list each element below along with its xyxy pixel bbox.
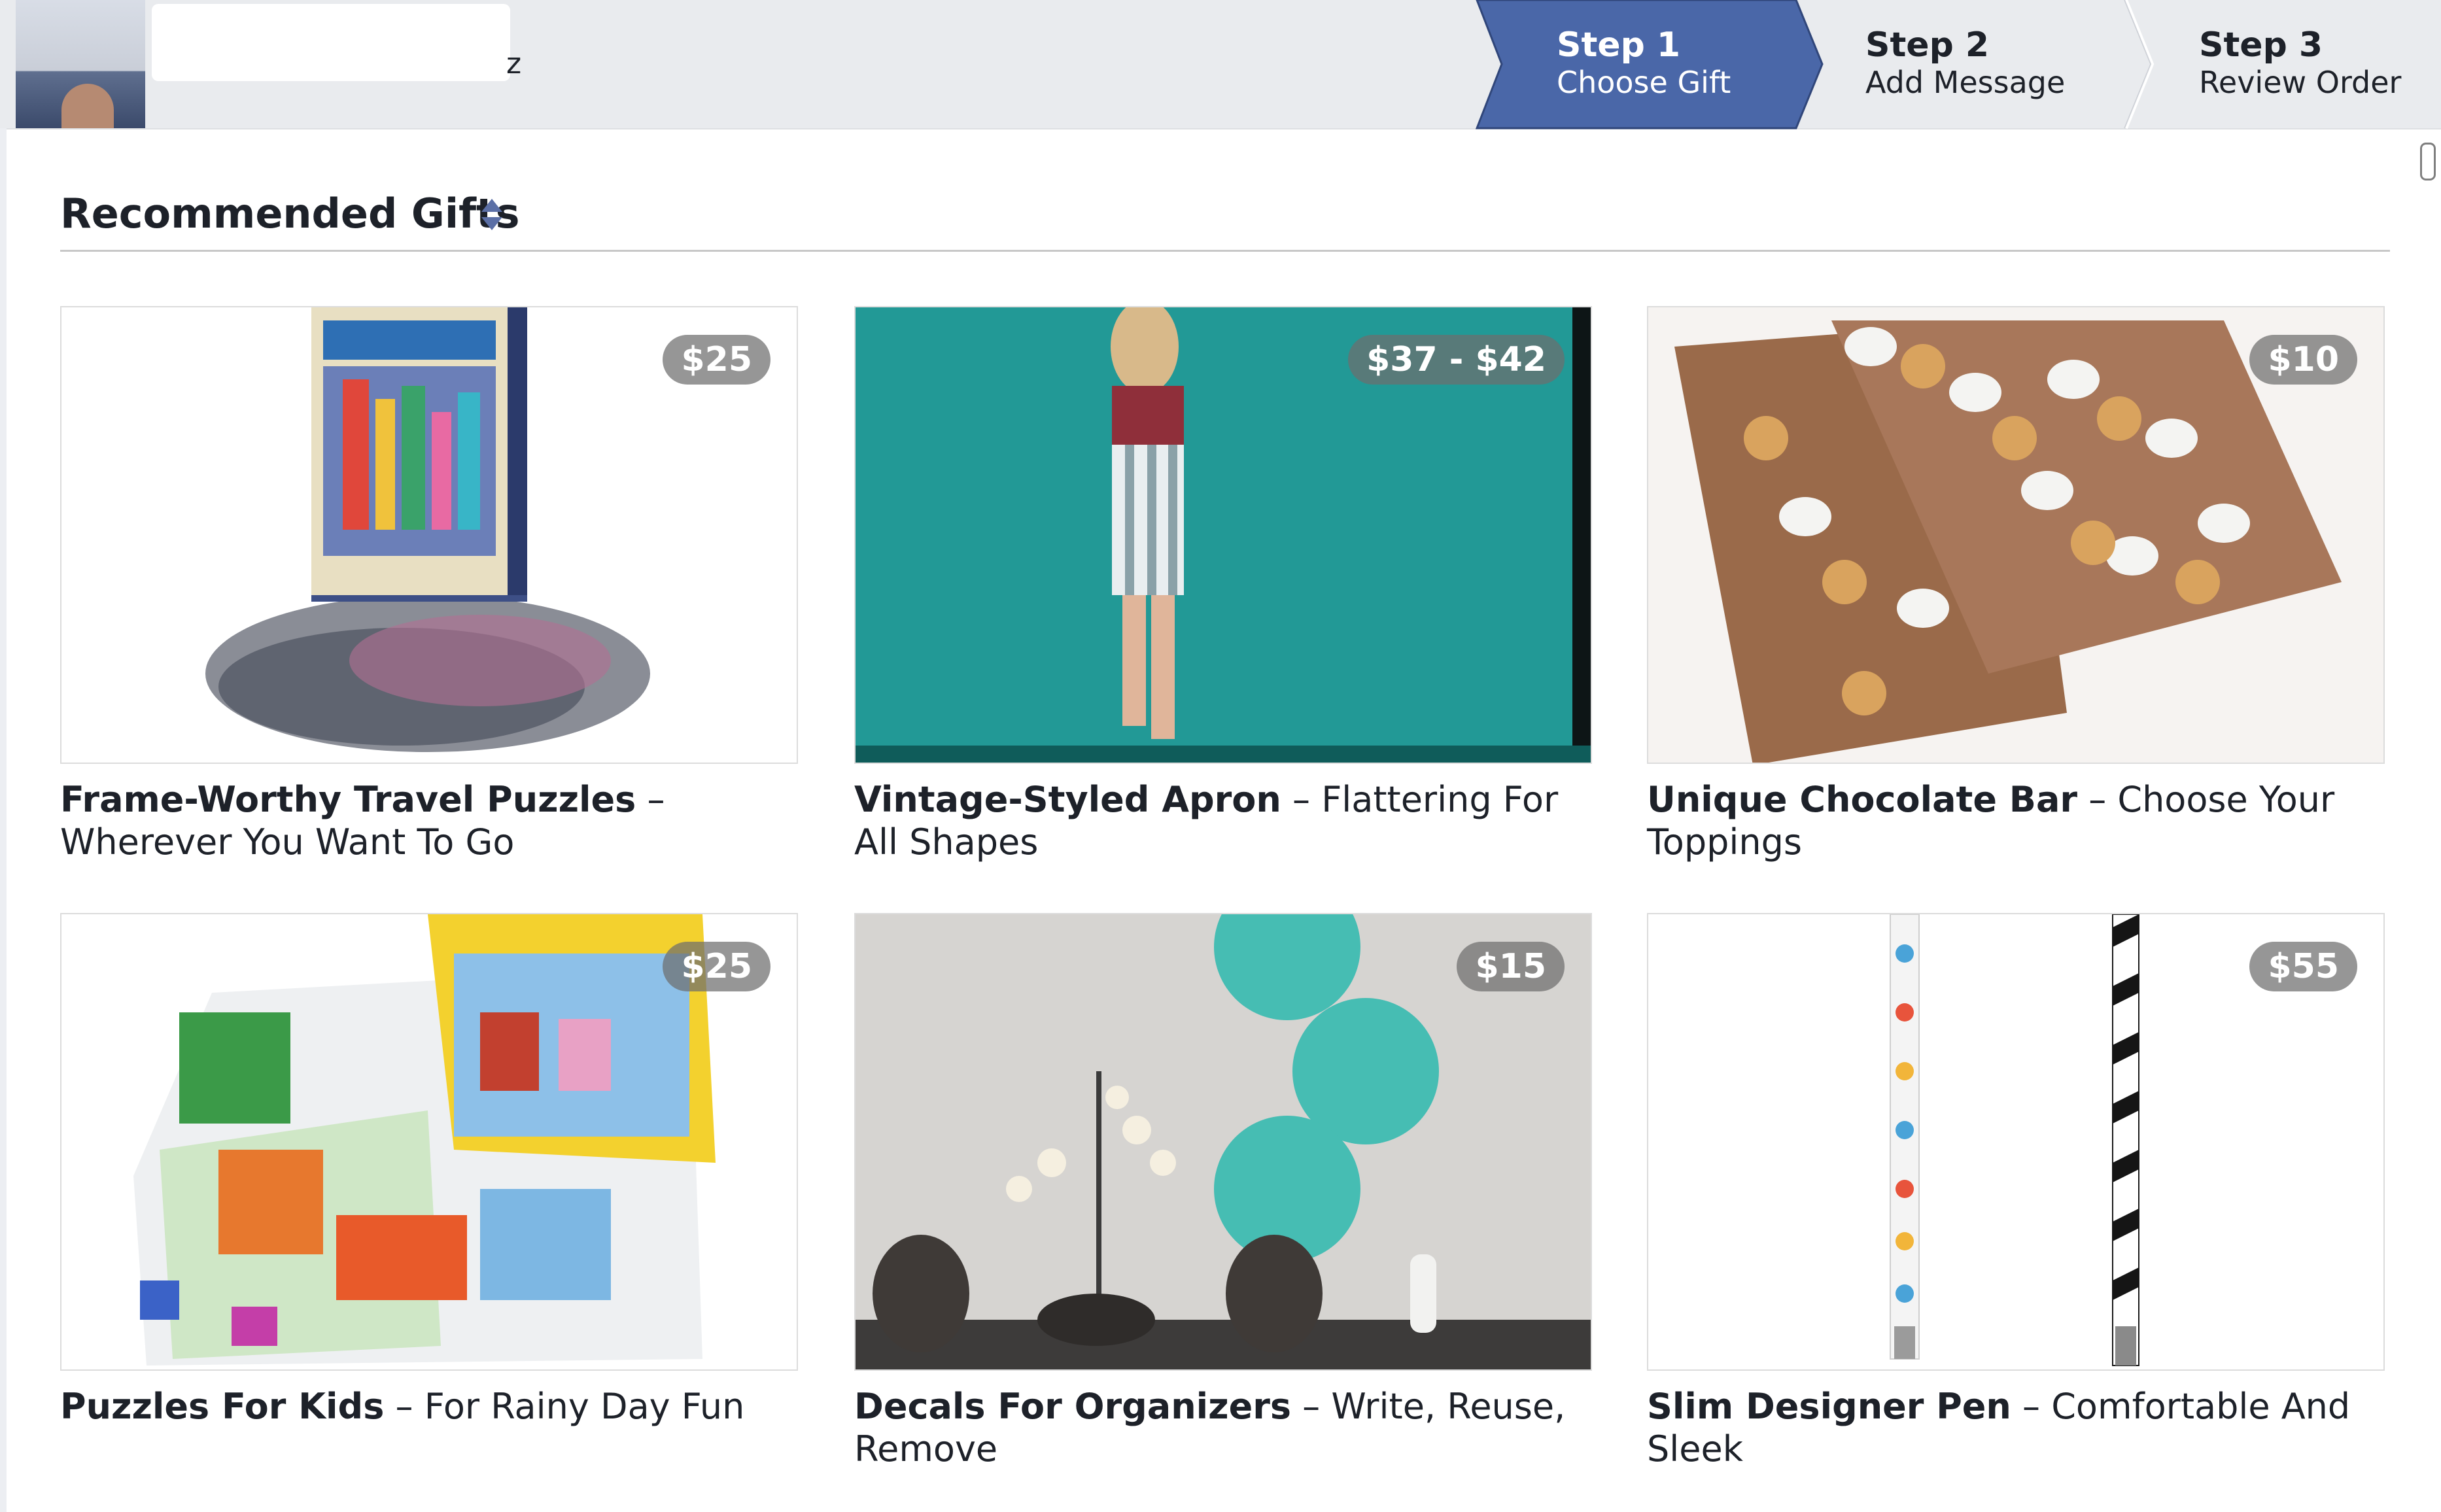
gift-card-image[interactable]: $37 - $42 bbox=[854, 306, 1592, 764]
section-divider bbox=[60, 250, 2390, 252]
step-1-tab-text[interactable]: Step 1 Choose Gift bbox=[1557, 26, 1731, 100]
gift-name: Unique Chocolate Bar bbox=[1647, 779, 2078, 820]
price-badge: $15 bbox=[1457, 942, 1565, 991]
price-badge: $25 bbox=[663, 942, 770, 991]
gift-card-image[interactable]: $15 bbox=[854, 913, 1592, 1371]
step-3-number: Step 3 bbox=[2199, 26, 2323, 65]
price-badge: $25 bbox=[663, 335, 770, 385]
step-1-label: Choose Gift bbox=[1557, 64, 1731, 100]
recipient-name-tail: z bbox=[506, 47, 522, 80]
price-badge: $55 bbox=[2249, 942, 2357, 991]
gift-name: Vintage-Styled Apron bbox=[854, 779, 1281, 820]
gift-card-title[interactable]: Vintage-Styled Apron – Flattering For Al… bbox=[854, 778, 1592, 863]
gift-name: Slim Designer Pen bbox=[1647, 1386, 2011, 1427]
gift-card-title[interactable]: Frame-Worthy Travel Puzzles – Wherever Y… bbox=[60, 778, 798, 863]
gift-name: Decals For Organizers bbox=[854, 1386, 1291, 1427]
gift-card-image[interactable]: $55 bbox=[1647, 913, 2385, 1371]
gift-name: Puzzles For Kids bbox=[60, 1386, 385, 1427]
gift-card-title[interactable]: Decals For Organizers – Write, Reuse, Re… bbox=[854, 1385, 1592, 1470]
scrollbar-thumb[interactable] bbox=[2420, 143, 2436, 180]
gift-tagline: For Rainy Day Fun bbox=[424, 1386, 745, 1427]
avatar bbox=[16, 0, 145, 128]
gift-tagline: Wherever You Want To Go bbox=[60, 821, 515, 863]
recipient-name-redacted bbox=[152, 4, 510, 81]
gift-name: Frame-Worthy Travel Puzzles bbox=[60, 779, 636, 820]
gift-card-title[interactable]: Unique Chocolate Bar – Choose Your Toppi… bbox=[1647, 778, 2385, 863]
step-2-tab[interactable]: Step 2 Add Message bbox=[1865, 26, 2065, 100]
price-badge: $37 - $42 bbox=[1348, 335, 1565, 385]
step-3-label: Review Order bbox=[2199, 64, 2402, 100]
section-title: Recommended Gifts bbox=[60, 190, 520, 237]
step-1-number: Step 1 bbox=[1557, 26, 1681, 65]
gift-card-image[interactable]: $10 bbox=[1647, 306, 2385, 764]
step-3-tab[interactable]: Step 3 Review Order bbox=[2199, 26, 2401, 100]
sort-arrows-icon[interactable] bbox=[480, 198, 504, 232]
gift-wizard-header: z Step 1 Choose Gift Step 2 Add Message … bbox=[0, 0, 2441, 129]
gift-card-image[interactable]: $25 bbox=[60, 306, 798, 764]
gift-card-title[interactable]: Puzzles For Kids – For Rainy Day Fun bbox=[60, 1385, 798, 1428]
price-badge: $10 bbox=[2249, 335, 2357, 385]
window-edge bbox=[0, 128, 7, 1512]
step-2-label: Add Message bbox=[1865, 64, 2066, 100]
gift-card-title[interactable]: Slim Designer Pen – Comfortable And Slee… bbox=[1647, 1385, 2385, 1470]
step-2-number: Step 2 bbox=[1865, 26, 1990, 65]
gift-card-image[interactable]: $25 bbox=[60, 913, 798, 1371]
